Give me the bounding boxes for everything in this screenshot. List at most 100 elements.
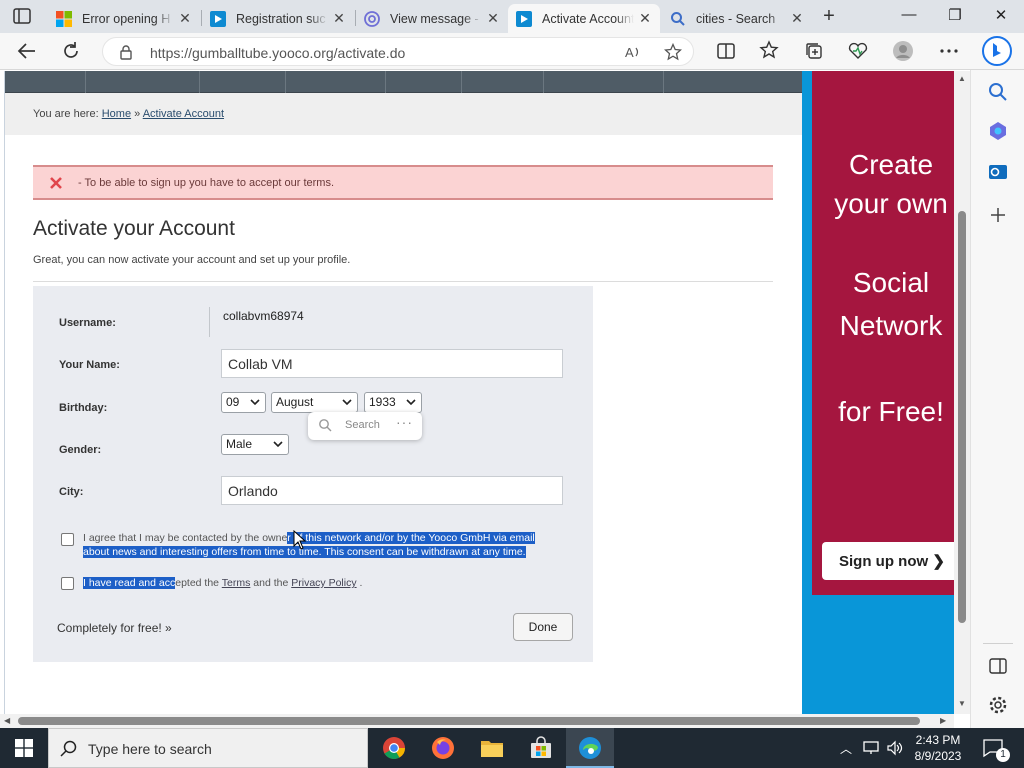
scroll-down-icon[interactable]: ▼	[958, 699, 966, 708]
network-icon[interactable]	[862, 740, 880, 756]
more-options-icon[interactable]	[938, 40, 960, 62]
show-hidden-icons-chevron[interactable]: ︿	[840, 740, 852, 757]
breadcrumb-home-link[interactable]: Home	[102, 108, 131, 120]
terms-link[interactable]: Terms	[222, 577, 251, 589]
read-aloud-icon[interactable]: A	[624, 43, 642, 61]
birthday-day-select[interactable]: 09	[221, 392, 266, 413]
vertical-scrollbar[interactable]: ▲ ▼	[954, 71, 970, 714]
tab-registration[interactable]: Registration suc ✕	[202, 4, 354, 33]
privacy-policy-link[interactable]: Privacy Policy	[291, 577, 356, 589]
restore-button[interactable]: ❐	[944, 6, 966, 26]
scroll-right-icon[interactable]: ▶	[940, 716, 946, 725]
ad-text: Create	[848, 149, 934, 180]
taskbar-firefox[interactable]	[419, 728, 467, 768]
mini-search-popup[interactable]: Search ···	[308, 412, 422, 440]
breadcrumb-current-link[interactable]: Activate Account	[143, 108, 224, 120]
back-arrow-icon[interactable]	[14, 39, 40, 63]
birthday-year-select[interactable]: 1933	[364, 392, 422, 413]
taskbar-clock[interactable]: 2:43 PM 8/9/2023	[906, 732, 970, 764]
free-signup-link[interactable]: Completely for free! »	[57, 621, 172, 635]
tab-actions-icon[interactable]	[12, 7, 32, 25]
lock-icon[interactable]	[118, 44, 134, 60]
taskbar-chrome[interactable]	[370, 728, 418, 768]
tab-label: cities - Search	[696, 11, 776, 26]
add-plus-icon[interactable]	[987, 204, 1009, 226]
terms-selected-text: I have read and acc	[83, 577, 176, 589]
close-tab-icon[interactable]: ✕	[638, 10, 652, 27]
tab-activate-account[interactable]: Activate Account ✕	[508, 4, 660, 33]
minimize-button[interactable]: —	[898, 6, 920, 26]
refresh-icon[interactable]	[58, 39, 84, 63]
done-button[interactable]: Done	[513, 613, 573, 641]
nav-divider	[385, 71, 386, 93]
breadcrumb-separator: »	[134, 108, 141, 120]
terms-text-part: and the	[250, 577, 292, 589]
site-nav-strip	[5, 71, 803, 93]
tab-view-message[interactable]: View message - ✕	[356, 4, 508, 33]
windows-start-icon[interactable]	[15, 739, 33, 757]
volume-icon[interactable]	[886, 740, 904, 756]
gender-select[interactable]: Male	[221, 434, 289, 455]
bing-copilot-icon[interactable]	[982, 36, 1012, 66]
close-tab-icon[interactable]: ✕	[178, 10, 192, 27]
search-icon	[60, 740, 77, 757]
play-logo-icon	[210, 10, 226, 27]
page-viewport: You are here: Home » Activate Account - …	[0, 71, 954, 714]
mini-search-label[interactable]: Search	[345, 419, 380, 431]
terms-checkbox[interactable]	[61, 577, 74, 590]
more-options-icon[interactable]: ···	[396, 414, 413, 430]
taskbar-store[interactable]	[517, 728, 565, 768]
collections-icon[interactable]	[803, 40, 825, 62]
favorite-star-icon[interactable]	[664, 43, 682, 61]
taskbar-file-explorer[interactable]	[468, 728, 516, 768]
terms-text[interactable]: I have read and accepted the Terms and t…	[83, 576, 362, 590]
sidebar-divider	[983, 643, 1013, 644]
split-screen-icon[interactable]	[715, 40, 737, 62]
browser-essentials-icon[interactable]	[847, 40, 869, 62]
close-tab-icon[interactable]: ✕	[486, 10, 500, 27]
taskbar-search-placeholder: Type here to search	[88, 741, 212, 757]
outlook-icon[interactable]	[987, 161, 1009, 183]
close-tab-icon[interactable]: ✕	[790, 10, 804, 27]
new-tab-button[interactable]: +	[818, 5, 840, 27]
consent-selected-text: r of this network and/or by the Yooco Gm…	[287, 532, 535, 544]
nav-divider	[663, 71, 664, 93]
settings-gear-icon[interactable]	[987, 694, 1009, 716]
taskbar-search-box[interactable]: Type here to search	[48, 728, 368, 768]
close-tab-icon[interactable]: ✕	[332, 10, 346, 27]
url-text[interactable]: https://gumballtube.yooco.org/activate.d…	[150, 45, 405, 61]
url-bar[interactable]: https://gumballtube.yooco.org/activate.d…	[102, 37, 694, 66]
contact-consent-checkbox[interactable]	[61, 533, 74, 546]
profile-avatar-icon[interactable]	[892, 40, 914, 62]
terms-text-part: .	[356, 577, 363, 589]
nav-divider	[85, 71, 86, 93]
sign-up-now-button[interactable]: Sign up now ❯	[822, 542, 962, 580]
name-input[interactable]: Collab VM	[221, 349, 563, 378]
contact-consent-text[interactable]: I agree that I may be contacted by the o…	[83, 531, 535, 559]
firefox-icon	[432, 737, 454, 759]
scroll-left-icon[interactable]: ◀	[4, 716, 10, 725]
hide-sidebar-icon[interactable]	[987, 655, 1009, 677]
nav-divider	[199, 71, 200, 93]
taskbar-edge[interactable]	[566, 728, 614, 768]
close-window-button[interactable]: ✕	[990, 6, 1012, 26]
breadcrumb-prefix: You are here:	[33, 108, 99, 120]
field-divider	[209, 307, 210, 337]
birthday-month-select[interactable]: August	[271, 392, 358, 413]
error-alert: - To be able to sign up you have to acce…	[33, 165, 773, 200]
scroll-up-icon[interactable]: ▲	[958, 74, 966, 83]
city-input[interactable]: Orlando	[221, 476, 563, 505]
scrollbar-thumb[interactable]	[18, 717, 920, 725]
username-value: collabvm68974	[223, 309, 304, 323]
select-value: 1933	[369, 395, 396, 409]
ad-banner[interactable]: Create your own Social Network for Free!…	[812, 71, 962, 595]
tab-cities-search[interactable]: cities - Search ✕	[662, 4, 812, 33]
tab-strip: Error opening H ✕ Registration suc ✕ Vie…	[0, 0, 1024, 33]
tab-error-opening[interactable]: Error opening H ✕	[48, 4, 200, 33]
consent-text-part: I agree that I may be contacted by the o…	[83, 532, 288, 544]
horizontal-scrollbar[interactable]: ◀ ▶	[0, 714, 954, 728]
favorites-icon[interactable]	[759, 40, 781, 62]
search-icon[interactable]	[987, 81, 1009, 103]
shopping-icon[interactable]	[987, 120, 1009, 142]
scrollbar-thumb[interactable]	[958, 211, 966, 623]
